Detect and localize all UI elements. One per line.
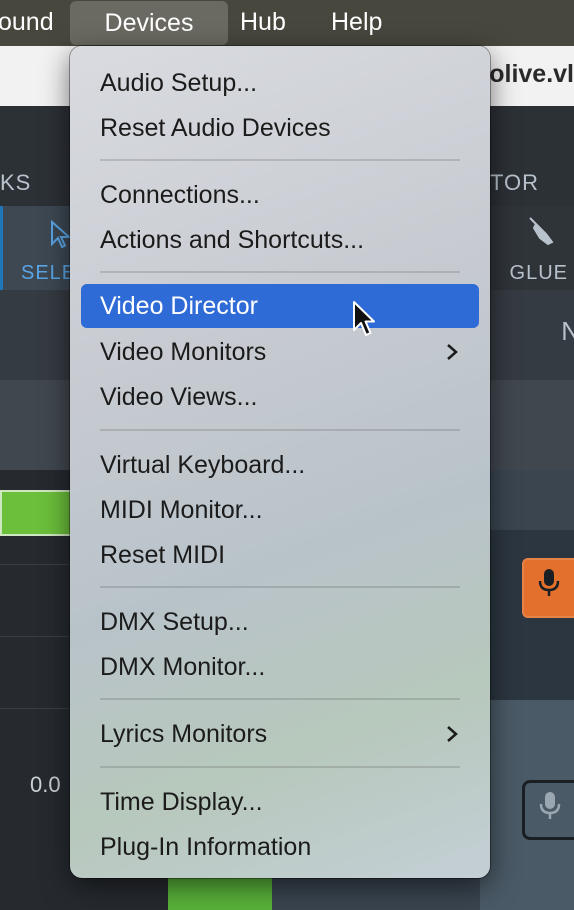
menu-separator [100, 698, 460, 700]
menu-separator [100, 271, 460, 273]
menu-item-virtual-keyboard[interactable]: Virtual Keyboard... [81, 443, 479, 487]
side-letter: N [561, 316, 574, 346]
meter-bar [0, 490, 76, 536]
menu-item-video-views[interactable]: Video Views... [81, 375, 479, 419]
menu-separator [100, 766, 460, 768]
arrow-cursor-icon [353, 301, 375, 336]
chevron-right-icon [447, 726, 458, 742]
meter-bar [168, 875, 272, 910]
menu-separator [100, 429, 460, 431]
menu-item-video-monitors[interactable]: Video Monitors [81, 330, 479, 374]
window-title: olive.vl [489, 60, 574, 88]
select-tool-button[interactable]: SELE [0, 206, 78, 290]
chevron-right-icon [447, 344, 458, 360]
menu-item-actions-and-shortcuts[interactable]: Actions and Shortcuts... [81, 218, 479, 262]
glue-tool-label: GLUE [509, 262, 568, 284]
input-monitor-button[interactable] [522, 780, 574, 840]
toolbar-left-label[interactable]: KS [0, 170, 31, 196]
cell-value: 0.0 [30, 772, 61, 797]
menu-item-dmx-setup[interactable]: DMX Setup... [81, 600, 479, 644]
toolbar-right-label[interactable]: TOR [490, 170, 539, 196]
microphone-icon [538, 569, 560, 596]
menu-item-dmx-monitor[interactable]: DMX Monitor... [81, 645, 479, 689]
devices-menu: Audio Setup... Reset Audio Devices Conne… [70, 46, 490, 878]
microphone-icon [539, 792, 561, 819]
menu-item-time-display[interactable]: Time Display... [81, 780, 479, 824]
record-arm-button[interactable] [522, 558, 574, 618]
menu-item-audio-setup[interactable]: Audio Setup... [81, 61, 479, 105]
menubar-item-help[interactable]: Help [331, 0, 382, 46]
menu-item-plug-in-information[interactable]: Plug-In Information [81, 825, 479, 869]
menu-item-connections[interactable]: Connections... [81, 173, 479, 217]
select-tool-label: SELE [21, 262, 77, 284]
select-arrow-icon [49, 219, 72, 258]
menu-item-lyrics-monitors[interactable]: Lyrics Monitors [81, 712, 479, 756]
menubar: ound Devices Hub Help [0, 0, 574, 46]
glue-icon [526, 216, 556, 258]
menu-item-reset-audio-devices[interactable]: Reset Audio Devices [81, 106, 479, 150]
menu-separator [100, 586, 460, 588]
menu-item-reset-midi[interactable]: Reset MIDI [81, 533, 479, 577]
menubar-item-hub[interactable]: Hub [240, 0, 286, 46]
menubar-item-devices[interactable]: Devices [70, 1, 228, 45]
menu-item-video-director[interactable]: Video Director [81, 284, 479, 328]
menu-item-midi-monitor[interactable]: MIDI Monitor... [81, 488, 479, 532]
menubar-item-sound[interactable]: ound [0, 0, 54, 46]
menu-separator [100, 159, 460, 161]
